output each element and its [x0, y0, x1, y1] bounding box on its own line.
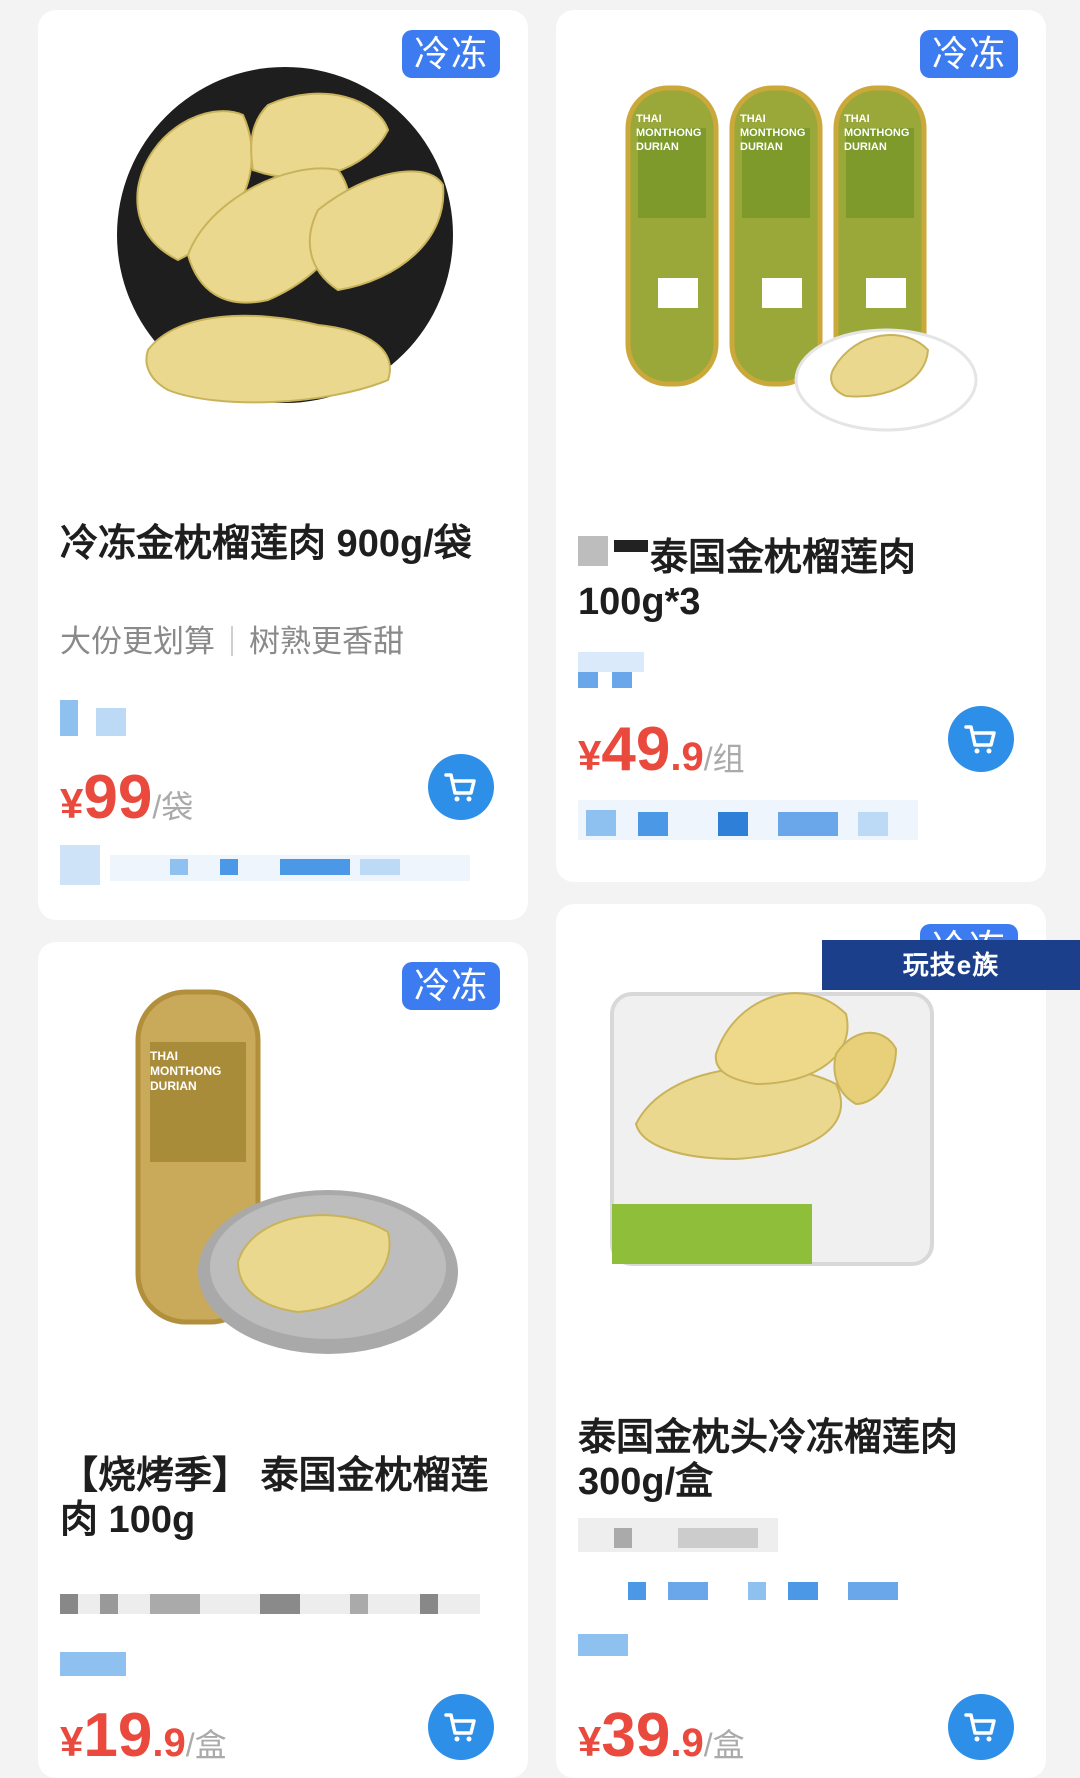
product-title[interactable]: 【烧烤季】 泰国金枕榴莲肉 100g: [60, 1454, 500, 1542]
blurred-promo-line: [578, 800, 918, 840]
blurred-promo-line: [578, 1576, 908, 1616]
frozen-tag: 冷冻: [920, 30, 1018, 78]
product-price: ¥99/袋: [60, 762, 193, 833]
add-to-cart-button[interactable]: [948, 1694, 1014, 1760]
shopping-cart-icon: [964, 1713, 996, 1742]
price-unit: /盒: [185, 1727, 227, 1763]
blurred-subtitle: [60, 1586, 480, 1626]
add-to-cart-button[interactable]: [428, 754, 494, 820]
product-subtitle: 大份更划算 树熟更香甜: [60, 622, 404, 662]
product-price: ¥19.9/盒: [60, 1700, 227, 1771]
add-to-cart-button[interactable]: [948, 706, 1014, 772]
price-integer: 19: [83, 1701, 153, 1770]
watermark: 玩技e族: [822, 940, 1080, 990]
subtitle-divider: [231, 626, 233, 656]
package-text-line1: THAI: [636, 113, 662, 125]
blurred-badge: [60, 1646, 130, 1686]
blurred-badge: [578, 1626, 648, 1666]
package-text-line1: THAI: [740, 113, 766, 125]
subtitle-left: 大份更划算: [60, 624, 215, 659]
add-to-cart-button[interactable]: [428, 1694, 494, 1760]
blurred-promo-line: [60, 845, 480, 885]
package-text-line2: MONTHONG: [844, 127, 909, 139]
package-text-line3: DURIAN: [636, 141, 679, 153]
shopping-cart-icon: [444, 1713, 476, 1742]
package-text-line1: THAI: [150, 1049, 178, 1063]
product-price: ¥39.9/盒: [578, 1700, 745, 1771]
shopping-cart-icon: [444, 773, 476, 802]
product-title[interactable]: 泰国金枕榴莲肉 100g*3: [578, 536, 1018, 624]
shopping-cart-icon: [964, 725, 996, 754]
blurred-badge: [578, 652, 648, 692]
price-unit: /袋: [152, 789, 194, 825]
package-text-line2: MONTHONG: [740, 127, 805, 139]
price-integer: 99: [83, 763, 153, 832]
price-integer: 39: [601, 1701, 671, 1770]
blurred-subtitle: [578, 1514, 778, 1554]
price-decimal: .9: [670, 735, 704, 779]
product-title[interactable]: 冷冻金枕榴莲肉 900g/袋: [60, 522, 500, 566]
price-decimal: .9: [152, 1721, 186, 1765]
package-text-line3: DURIAN: [150, 1079, 197, 1093]
product-title[interactable]: 泰国金枕头冷冻榴莲肉 300g/盒: [578, 1416, 1018, 1504]
price-currency: ¥: [578, 1718, 602, 1765]
price-currency: ¥: [578, 732, 602, 779]
product-card-frozen-durian-900g[interactable]: 冷冻 冷冻金枕榴莲肉 900g/袋 大份更划算 树熟更香甜 ¥99/袋: [38, 10, 528, 920]
price-integer: 49: [601, 715, 671, 784]
product-card-bbq-durian-100g[interactable]: THAI MONTHONG DURIAN 冷冻 【烧烤季】 泰国金枕榴莲肉 10…: [38, 942, 528, 1778]
product-card-durian-300g[interactable]: 冷冻 泰国金枕头冷冻榴莲肉 300g/盒 ¥39.9/盒: [556, 904, 1046, 1778]
package-text-line2: MONTHONG: [150, 1064, 221, 1078]
product-image-durian-box-plate[interactable]: THAI MONTHONG DURIAN: [38, 942, 528, 1402]
package-text-line1: THAI: [844, 113, 870, 125]
package-text-line2: MONTHONG: [636, 127, 701, 139]
price-currency: ¥: [60, 1718, 84, 1765]
price-unit: /组: [703, 741, 745, 777]
price-unit: /盒: [703, 1727, 745, 1763]
package-text-line3: DURIAN: [844, 141, 887, 153]
frozen-tag: 冷冻: [402, 962, 500, 1010]
subtitle-right: 树熟更香甜: [249, 624, 404, 659]
product-card-durian-100g-x3[interactable]: THAI MONTHONG DURIAN THAI MONTHONG DURIA…: [556, 10, 1046, 882]
blurred-badge: [60, 700, 140, 740]
product-price: ¥49.9/组: [578, 714, 745, 785]
package-text-line3: DURIAN: [740, 141, 783, 153]
price-decimal: .9: [670, 1721, 704, 1765]
frozen-tag: 冷冻: [402, 30, 500, 78]
price-currency: ¥: [60, 780, 84, 827]
